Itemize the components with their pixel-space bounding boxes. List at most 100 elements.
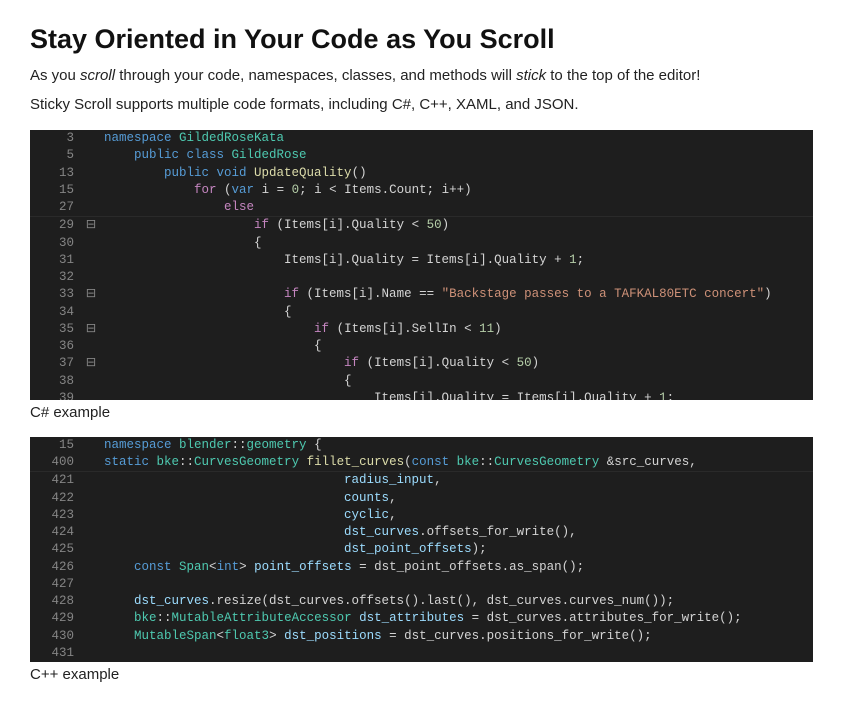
sticky-scroll-line[interactable]: 15 for (var i = 0; i < Items.Count; i++) (30, 182, 813, 199)
code-token: GildedRoseKata (179, 131, 284, 145)
line-number: 15 (30, 437, 84, 454)
code-cell: public void UpdateQuality() (98, 165, 367, 182)
fold-icon (84, 373, 98, 390)
fold-icon (84, 165, 98, 182)
code-line[interactable]: 425 dst_point_offsets); (30, 541, 813, 558)
code-line[interactable]: 426 const Span<int> point_offsets = dst_… (30, 559, 813, 576)
code-line[interactable]: 32 (30, 269, 813, 286)
line-number: 5 (30, 147, 84, 164)
code-token: point_offsets (254, 560, 352, 574)
fold-icon (84, 147, 98, 164)
code-token: :: (232, 438, 247, 452)
sticky-scroll-line[interactable]: 15 namespace blender::geometry { (30, 437, 813, 454)
code-token: dst_point_offsets (344, 542, 472, 556)
code-line[interactable]: 35⊟ if (Items[i].SellIn < 11) (30, 321, 813, 338)
fold-icon (84, 390, 98, 400)
code-line[interactable]: 37⊟ if (Items[i].Quality < 50) (30, 355, 813, 372)
code-token: ) (764, 287, 772, 301)
code-token: CurvesGeometry (194, 455, 307, 469)
sticky-scroll-line[interactable]: 27 else (30, 199, 813, 217)
code-line[interactable]: 427 (30, 576, 813, 593)
code-token: .resize(dst_curves.offsets().last(), dst… (209, 594, 674, 608)
code-token: radius_input (344, 473, 434, 487)
code-token: (Items[i].SellIn < (329, 322, 479, 336)
code-token: public class (134, 148, 232, 162)
line-number: 424 (30, 524, 84, 541)
code-line[interactable]: 423 cyclic, (30, 507, 813, 524)
sticky-scroll-line[interactable]: 13 public void UpdateQuality() (30, 165, 813, 182)
code-line[interactable]: 421 radius_input, (30, 472, 813, 489)
code-token: dst_positions (284, 629, 382, 643)
code-token: i = (254, 183, 292, 197)
code-token: cyclic (344, 508, 389, 522)
code-token: GildedRose (232, 148, 307, 162)
fold-icon[interactable]: ⊟ (84, 286, 98, 303)
code-line[interactable]: 424 dst_curves.offsets_for_write(), (30, 524, 813, 541)
code-token: MutableAttributeAccessor (172, 611, 360, 625)
code-line[interactable]: 30 { (30, 235, 813, 252)
code-token: 50 (427, 218, 442, 232)
code-token: { (344, 374, 352, 388)
code-cell: radius_input, (98, 472, 442, 489)
lead-paragraph-2: Sticky Scroll supports multiple code for… (30, 94, 813, 117)
code-token: else (224, 200, 254, 214)
code-token: (Items[i].Name == (299, 287, 442, 301)
code-line[interactable]: 429 bke::MutableAttributeAccessor dst_at… (30, 610, 813, 627)
sticky-scroll-line[interactable]: 3namespace GildedRoseKata (30, 130, 813, 147)
code-cell: dst_curves.offsets_for_write(), (98, 524, 577, 541)
code-editor-cpp[interactable]: 15 namespace blender::geometry {400static… (30, 437, 813, 662)
code-cell (98, 576, 104, 593)
code-token: namespace (104, 131, 179, 145)
line-number: 29 (30, 217, 84, 234)
code-token: { (307, 438, 322, 452)
lead-em-stick: stick (516, 67, 546, 84)
code-token: < (209, 560, 217, 574)
code-cell (98, 645, 104, 662)
fold-icon[interactable]: ⊟ (84, 217, 98, 234)
fold-icon (84, 454, 98, 471)
code-line[interactable]: 33⊟ if (Items[i].Name == "Backstage pass… (30, 286, 813, 303)
caption-csharp: C# example (30, 404, 813, 421)
code-token: :: (157, 611, 172, 625)
code-token: static (104, 455, 157, 469)
code-line[interactable]: 39 Items[i].Quality = Items[i].Quality +… (30, 390, 813, 400)
code-line[interactable]: 428 dst_curves.resize(dst_curves.offsets… (30, 593, 813, 610)
fold-icon (84, 490, 98, 507)
code-token: dst_curves (344, 525, 419, 539)
line-number: 13 (30, 165, 84, 182)
code-token: { (314, 339, 322, 353)
code-line[interactable]: 31 Items[i].Quality = Items[i].Quality +… (30, 252, 813, 269)
fold-icon (84, 628, 98, 645)
fold-icon[interactable]: ⊟ (84, 321, 98, 338)
sticky-scroll-line[interactable]: 400static bke::CurvesGeometry fillet_cur… (30, 454, 813, 472)
fold-icon[interactable]: ⊟ (84, 355, 98, 372)
code-line[interactable]: 430 MutableSpan<float3> dst_positions = … (30, 628, 813, 645)
caption-cpp: C++ example (30, 666, 813, 683)
code-token: { (254, 236, 262, 250)
code-line[interactable]: 38 { (30, 373, 813, 390)
line-number: 33 (30, 286, 84, 303)
code-editor-csharp[interactable]: 3namespace GildedRoseKata5 public class … (30, 130, 813, 400)
code-token: :: (479, 455, 494, 469)
code-cell: namespace GildedRoseKata (98, 130, 284, 147)
code-cell: namespace blender::geometry { (98, 437, 322, 454)
code-token: ( (404, 455, 412, 469)
lead-text: through your code, namespaces, classes, … (115, 67, 516, 84)
code-line[interactable]: 34 { (30, 304, 813, 321)
code-line[interactable]: 29⊟ if (Items[i].Quality < 50) (30, 217, 813, 234)
code-cell: bke::MutableAttributeAccessor dst_attrib… (98, 610, 742, 627)
line-number: 425 (30, 541, 84, 558)
fold-icon (84, 252, 98, 269)
code-line[interactable]: 431 (30, 645, 813, 662)
fold-icon (84, 524, 98, 541)
code-token: for (194, 183, 217, 197)
code-line[interactable]: 422 counts, (30, 490, 813, 507)
code-line[interactable]: 36 { (30, 338, 813, 355)
code-token: UpdateQuality (254, 166, 352, 180)
sticky-scroll-line[interactable]: 5 public class GildedRose (30, 147, 813, 164)
code-token: float3 (224, 629, 269, 643)
code-token: = dst_curves.positions_for_write(); (382, 629, 652, 643)
code-cell: public class GildedRose (98, 147, 307, 164)
line-number: 39 (30, 390, 84, 400)
code-cell: if (Items[i].Name == "Backstage passes t… (98, 286, 772, 303)
